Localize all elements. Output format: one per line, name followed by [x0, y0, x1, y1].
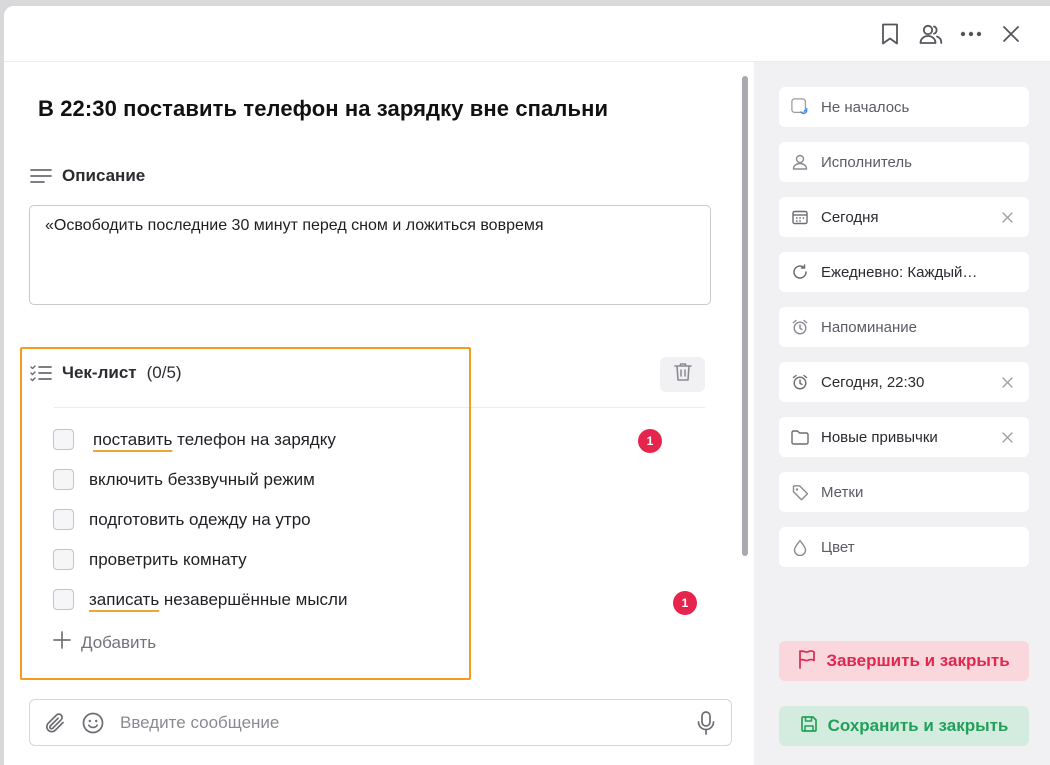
alarm-clock-icon [791, 373, 809, 391]
repeat-label: Ежедневно: Каждый… [821, 263, 978, 281]
save-icon [800, 715, 818, 738]
more-icon[interactable] [957, 20, 985, 48]
due-date-field[interactable]: Сегодня [779, 197, 1029, 237]
add-checklist-item-button[interactable]: Добавить [53, 631, 156, 654]
finish-label: Завершить и закрыть [826, 651, 1010, 670]
assignee-label: Исполнитель [821, 153, 912, 171]
description-label: Описание [62, 166, 146, 185]
checklist-checkbox[interactable] [53, 589, 74, 610]
due-date-label: Сегодня [821, 208, 879, 226]
checklist-item[interactable]: подготовить одежду на утро [53, 509, 311, 530]
checklist-item[interactable]: включить беззвучный режим [53, 469, 315, 490]
reminder-add-field[interactable]: Напоминание [779, 307, 1029, 347]
repeat-field[interactable]: Ежедневно: Каждый… [779, 252, 1029, 292]
color-label: Цвет [821, 538, 855, 556]
checklist-item[interactable]: проветрить комнату [53, 549, 247, 570]
add-label: Добавить [81, 632, 157, 652]
folder-field[interactable]: Новые привычки [779, 417, 1029, 457]
drop-icon [791, 538, 809, 556]
alarm-clock-icon [791, 318, 809, 336]
description-icon [30, 165, 52, 187]
notification-badge: 1 [673, 591, 697, 615]
checklist-item-word: записать [89, 589, 160, 609]
tags-label: Метки [821, 483, 864, 501]
checklist-checkbox[interactable] [53, 549, 74, 570]
attach-icon[interactable] [42, 710, 68, 736]
folder-label: Новые привычки [821, 428, 938, 446]
reminder-field[interactable]: Сегодня, 22:30 [779, 362, 1029, 402]
description-field[interactable]: «Освободить последние 30 минут перед сно… [29, 205, 711, 305]
bookmark-icon[interactable] [876, 20, 904, 48]
notification-badge: 1 [638, 429, 662, 453]
save-label: Сохранить и закрыть [827, 716, 1009, 735]
task-main-panel: В 22:30 поставить телефон на зарядку вне… [4, 62, 754, 765]
person-icon [791, 153, 809, 171]
tag-icon [791, 483, 809, 501]
checklist-divider [54, 407, 705, 408]
dialog-header [4, 6, 1050, 62]
status-field[interactable]: Не началось [779, 87, 1029, 127]
color-field[interactable]: Цвет [779, 527, 1029, 567]
scrollbar[interactable] [742, 76, 748, 556]
message-input[interactable] [120, 712, 693, 733]
task-dialog: В 22:30 поставить телефон на зарядку вне… [4, 6, 1050, 765]
reminder-value-label: Сегодня, 22:30 [821, 373, 925, 391]
checklist-item-word: поставить [93, 429, 173, 449]
assignee-field[interactable]: Исполнитель [779, 142, 1029, 182]
emoji-icon[interactable] [80, 710, 106, 736]
checklist-header: Чек-лист (0/5) [30, 362, 182, 384]
checklist-item-text: подготовить одежду на утро [89, 509, 311, 529]
repeat-icon [791, 263, 809, 281]
clear-reminder-icon[interactable] [999, 374, 1015, 390]
checklist-item-text: проветрить комнату [89, 549, 247, 569]
checklist-label: Чек-лист [62, 363, 137, 382]
finish-and-close-button[interactable]: Завершить и закрыть [779, 641, 1029, 681]
checklist-item[interactable]: поставить телефон на зарядку [53, 429, 336, 450]
checklist-count: (0/5) [146, 363, 182, 382]
close-icon[interactable] [997, 20, 1025, 48]
calendar-icon [791, 208, 809, 226]
checklist-item[interactable]: записать незавершённые мысли [53, 589, 347, 610]
clear-folder-icon[interactable] [999, 429, 1015, 445]
tags-field[interactable]: Метки [779, 472, 1029, 512]
task-title[interactable]: В 22:30 поставить телефон на зарядку вне… [38, 96, 608, 122]
folder-icon [791, 428, 809, 446]
reminder-placeholder-label: Напоминание [821, 318, 917, 336]
task-properties-sidebar: Не началось Исполнитель Сегодня Ежедневн… [754, 62, 1050, 765]
plus-icon [53, 631, 71, 654]
checklist-icon [30, 362, 52, 384]
message-composer [29, 699, 732, 746]
checklist-checkbox[interactable] [53, 469, 74, 490]
save-and-close-button[interactable]: Сохранить и закрыть [779, 706, 1029, 746]
clear-date-icon[interactable] [999, 209, 1015, 225]
trash-icon [673, 362, 692, 387]
microphone-icon[interactable] [693, 710, 719, 736]
checklist-item-text: включить беззвучный режим [89, 469, 315, 489]
users-icon[interactable] [917, 20, 945, 48]
checklist-checkbox[interactable] [53, 509, 74, 530]
status-label: Не началось [821, 98, 910, 116]
checklist-item-text: телефон на зарядку [172, 429, 336, 449]
flag-icon [798, 649, 816, 674]
description-header: Описание [30, 165, 145, 187]
status-checkbox-icon [791, 98, 809, 116]
delete-checklist-button[interactable] [660, 357, 705, 392]
checklist-checkbox[interactable] [53, 429, 74, 450]
checklist-item-text: незавершённые мысли [159, 589, 348, 609]
